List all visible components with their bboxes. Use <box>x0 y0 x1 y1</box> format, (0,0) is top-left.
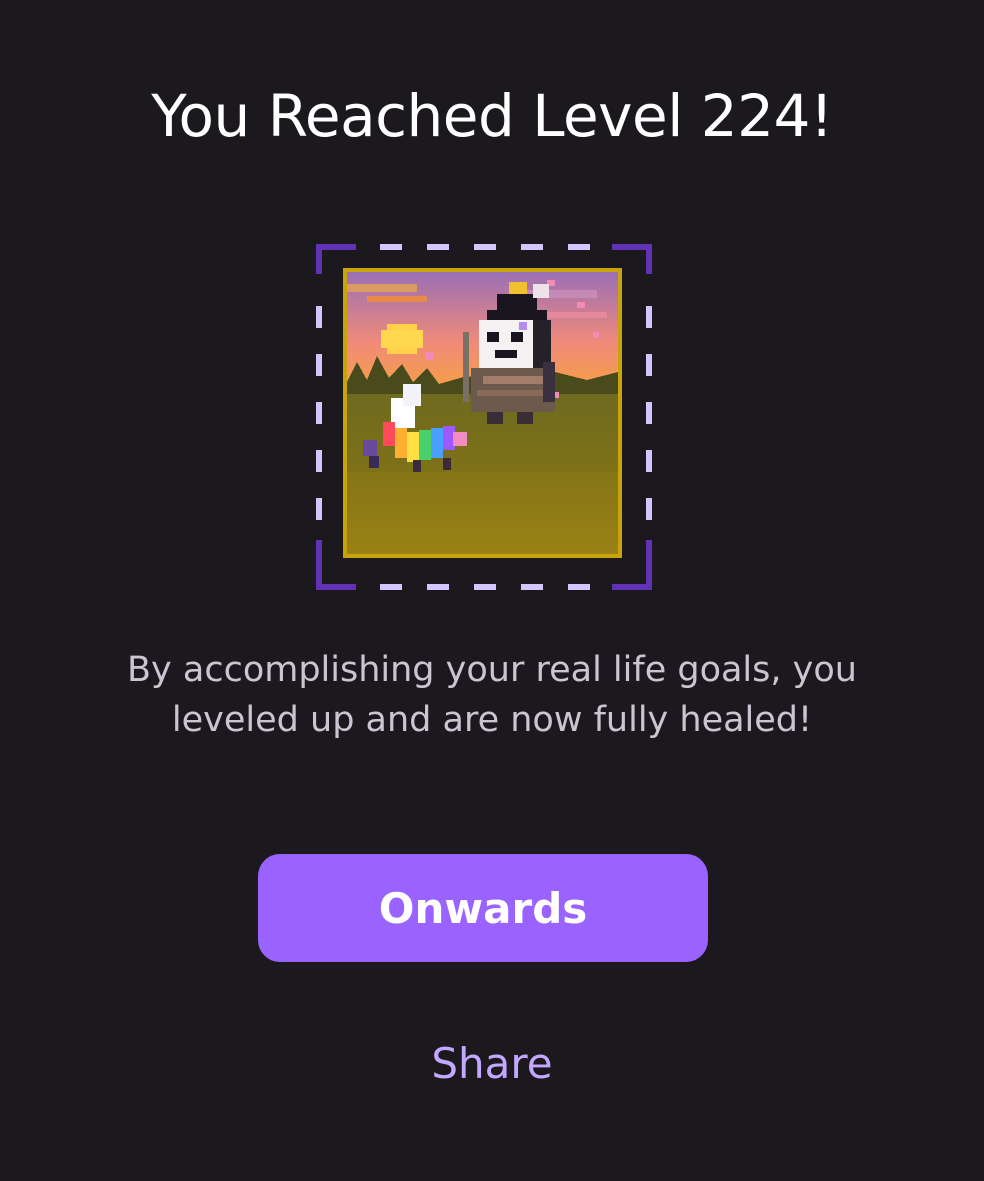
avatar-image <box>343 268 622 558</box>
share-link[interactable]: Share <box>0 1034 984 1094</box>
level-up-message: By accomplishing your real life goals, y… <box>127 650 857 740</box>
onwards-button[interactable]: Onwards <box>258 854 708 962</box>
level-up-title: You Reached Level 224! <box>151 82 833 150</box>
